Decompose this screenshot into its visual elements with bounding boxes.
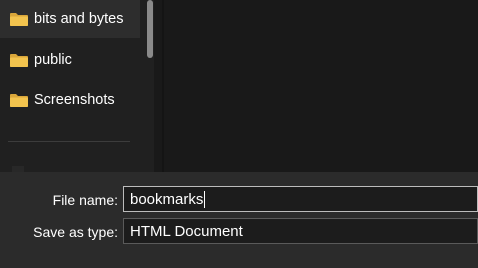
save-form-panel: File name: bookmarks Save as type: HTML … (0, 172, 478, 268)
file-list-pane[interactable] (164, 0, 478, 172)
nav-item-public[interactable]: public (0, 41, 140, 79)
nav-divider (8, 141, 130, 142)
nav-item-label: bits and bytes (34, 11, 124, 27)
nav-item-bits-and-bytes[interactable]: bits and bytes (0, 0, 140, 38)
filename-input[interactable]: bookmarks (123, 186, 478, 212)
filename-label: File name: (52, 192, 118, 208)
savetype-value: HTML Document (130, 222, 243, 240)
savetype-select[interactable]: HTML Document (123, 218, 478, 244)
folder-icon (10, 54, 28, 67)
nav-item-label: Screenshots (34, 92, 115, 108)
nav-scrollbar-thumb[interactable] (147, 0, 153, 58)
savetype-label: Save as type: (33, 224, 118, 240)
nav-item-label: public (34, 52, 72, 68)
folder-icon (10, 13, 28, 26)
nav-item-screenshots[interactable]: Screenshots (0, 81, 140, 119)
folder-icon (10, 94, 28, 107)
text-caret (204, 190, 206, 208)
filename-value: bookmarks (130, 190, 204, 208)
navigation-pane: bits and bytes public Screenshots (0, 0, 146, 172)
